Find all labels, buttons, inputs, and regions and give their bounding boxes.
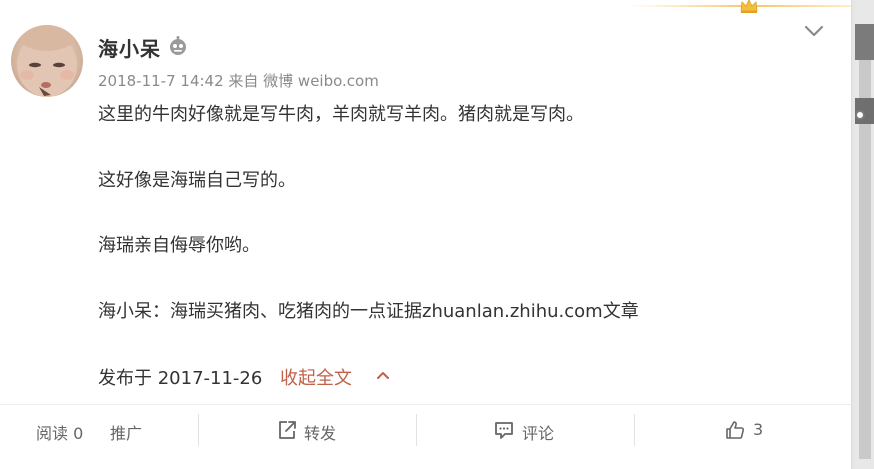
scrollbar[interactable]: [855, 0, 874, 469]
read-count: 阅读 0: [36, 424, 84, 443]
like-count[interactable]: 3: [753, 420, 763, 439]
comment-icon[interactable]: [493, 419, 515, 441]
baby-face-image: [17, 25, 77, 97]
paragraph: 这好像是海瑞自己写的。: [98, 170, 296, 191]
footer-separator: [416, 414, 417, 446]
chevron-down-icon[interactable]: [804, 24, 824, 38]
repost-icon[interactable]: [276, 419, 298, 441]
collapse-full-text-link[interactable]: 收起全文: [280, 364, 352, 390]
footer-separator: [634, 414, 635, 446]
scroll-handle[interactable]: [855, 110, 865, 120]
robot-icon[interactable]: [168, 36, 188, 56]
weibo-post-card: 海小呆 2018-11-7 14:42 来自 微博 weibo.com 这里的牛…: [0, 0, 852, 469]
avatar[interactable]: [11, 25, 83, 97]
post-meta[interactable]: 2018-11-7 14:42 来自 微博 weibo.com: [98, 70, 379, 91]
crown-icon: [740, 0, 758, 13]
footer-divider: [0, 404, 852, 405]
published-date: 发布于 2017-11-26: [98, 368, 263, 389]
vip-decoration: [621, 0, 851, 13]
scrollbar-marker: [855, 24, 874, 60]
footer-separator: [198, 414, 199, 446]
chevron-up-icon[interactable]: [376, 369, 390, 381]
paragraph: 海瑞亲自侮辱你哟。: [98, 235, 260, 256]
promote-button[interactable]: 推广: [110, 420, 142, 444]
paragraph-with-link[interactable]: 海小呆：海瑞买猪肉、吃猪肉的一点证据zhuanlan.zhihu.com文章: [98, 297, 639, 323]
username[interactable]: 海小呆: [98, 33, 161, 62]
scrollbar-thumb[interactable]: [859, 24, 871, 459]
repost-button[interactable]: 转发: [304, 420, 336, 444]
comment-button[interactable]: 评论: [522, 420, 554, 444]
like-icon[interactable]: [724, 419, 746, 441]
paragraph: 这里的牛肉好像就是写牛肉，羊肉就写羊肉。猪肉就是写肉。: [98, 104, 584, 125]
